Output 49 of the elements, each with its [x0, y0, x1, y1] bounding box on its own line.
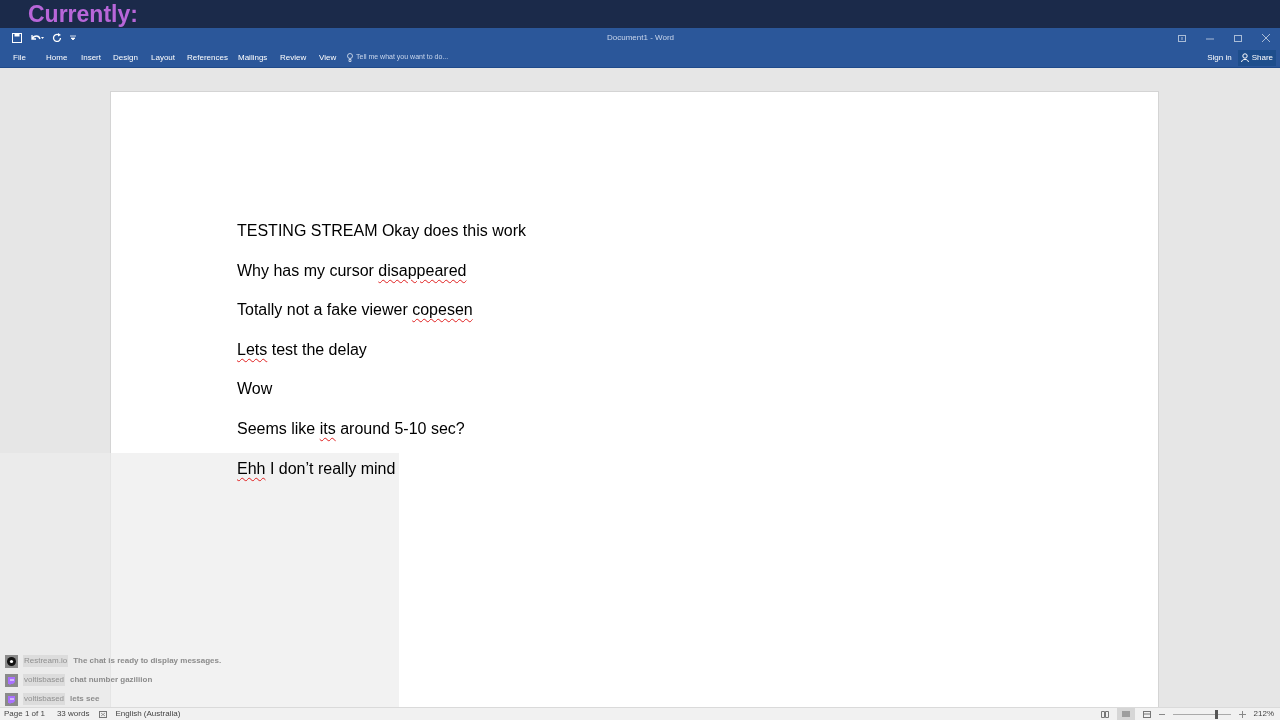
- chat-username: Restream.io: [23, 655, 69, 667]
- lightbulb-icon: [347, 53, 353, 62]
- customize-icon[interactable]: [70, 35, 76, 41]
- language-status[interactable]: English (Australia): [115, 710, 181, 718]
- undo-icon[interactable]: [30, 33, 44, 43]
- person-icon: [1240, 53, 1250, 62]
- sign-in-link[interactable]: Sign in: [1207, 51, 1232, 64]
- document-paragraph: Seems like its around 5-10 sec?: [237, 418, 465, 439]
- ribbon-tab[interactable]: Design: [112, 53, 139, 62]
- ribbon-tab[interactable]: File: [12, 53, 27, 62]
- chat-message: lets see: [70, 693, 100, 705]
- ribbon-display-icon[interactable]: [1178, 34, 1186, 42]
- ribbon-tab[interactable]: References: [186, 53, 229, 62]
- document-paragraph: Ehh I don’t really mind: [237, 458, 396, 479]
- zoom-out-icon[interactable]: [1158, 712, 1165, 716]
- web-layout-icon[interactable]: [1142, 710, 1151, 718]
- chat-message: The chat is ready to display messages.: [73, 655, 222, 667]
- stream-title: Currently:: [28, 2, 138, 26]
- close-icon[interactable]: [1262, 34, 1270, 42]
- maximize-icon[interactable]: [1234, 34, 1242, 42]
- save-icon[interactable]: [12, 33, 22, 43]
- chat-bubble-icon: [5, 692, 18, 706]
- chat-message: chat number gaziliion: [70, 674, 153, 686]
- chat-username: voltisbased: [23, 693, 66, 705]
- ribbon-tab[interactable]: Mailings: [237, 53, 269, 62]
- window-title: Document1 - Word: [607, 32, 674, 44]
- ribbon-tab[interactable]: Home: [45, 53, 69, 62]
- page-count[interactable]: Page 1 of 1: [4, 710, 45, 718]
- ribbon-tab[interactable]: Review: [279, 53, 308, 62]
- word-count[interactable]: 33 words: [56, 710, 90, 718]
- document-paragraph: Lets test the delay: [237, 339, 367, 360]
- proofing-icon[interactable]: [99, 710, 108, 718]
- ribbon-tab[interactable]: Insert: [80, 53, 102, 62]
- chat-username: voltisbased: [23, 674, 66, 686]
- document-paragraph: Why has my cursor disappeared: [237, 260, 467, 281]
- platform-logo-icon: [5, 654, 18, 668]
- print-layout-button[interactable]: [1116, 708, 1135, 720]
- ribbon-tab[interactable]: View: [318, 53, 338, 62]
- zoom-in-icon[interactable]: [1238, 710, 1246, 718]
- read-mode-icon[interactable]: [1100, 710, 1109, 718]
- chat-bubble-icon: [5, 673, 18, 687]
- zoom-percentage[interactable]: 212%: [1253, 710, 1274, 718]
- document-paragraph: Totally not a fake viewer copesen: [237, 300, 473, 321]
- document-paragraph: TESTING STREAM Okay does this work: [237, 221, 526, 241]
- share-button[interactable]: Share: [1237, 49, 1276, 66]
- ribbon-tab[interactable]: Layout: [150, 53, 177, 62]
- document-paragraph: Wow: [237, 379, 273, 400]
- redo-icon[interactable]: [52, 33, 62, 43]
- zoom-slider-thumb[interactable]: [1214, 709, 1218, 719]
